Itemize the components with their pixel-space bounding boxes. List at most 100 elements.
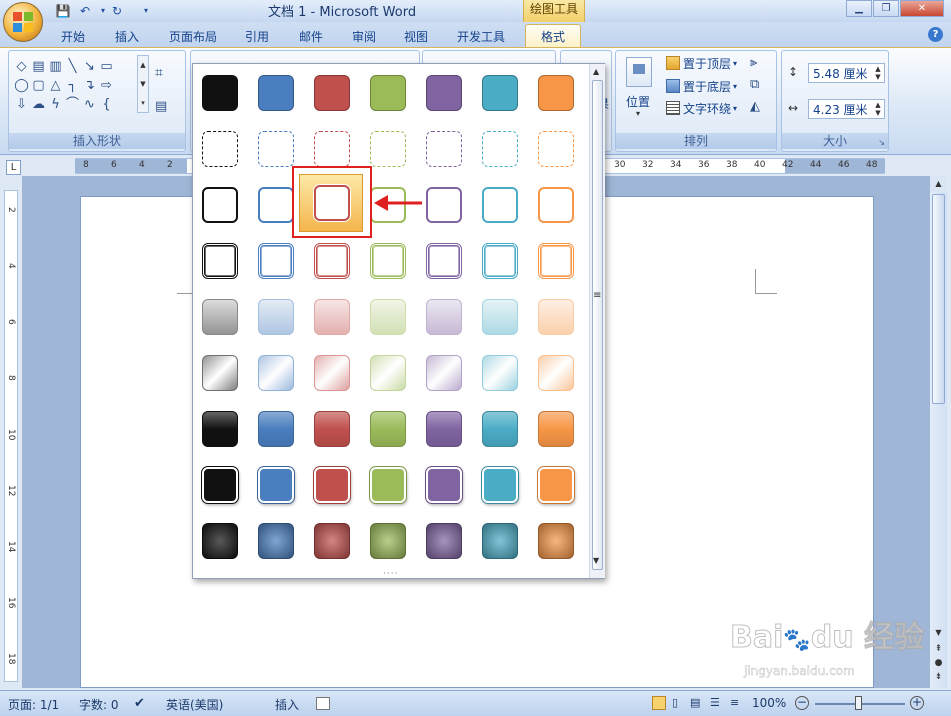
shape-style-swatch-black-row9[interactable] xyxy=(202,523,238,559)
group-objects-icon[interactable]: ⧉ xyxy=(750,77,759,92)
tab-format[interactable]: 格式 xyxy=(525,24,581,48)
bring-to-front-button[interactable]: 置于顶层 ▾ xyxy=(666,53,737,73)
proofing-icon[interactable]: ✔ xyxy=(134,696,145,711)
curve-shape-icon[interactable]: ∿ xyxy=(81,96,98,113)
shape-style-swatch-aqua-row6[interactable] xyxy=(482,355,518,391)
draw-textbox-icon[interactable]: ▤ xyxy=(155,99,167,114)
shape-style-swatch-green-row5[interactable] xyxy=(370,299,406,335)
shape-style-swatch-green-row1[interactable] xyxy=(370,75,406,111)
vertical-textbox-icon[interactable]: ▥ xyxy=(47,58,64,75)
scroll-down-icon[interactable]: ▼ xyxy=(930,628,947,642)
tab-selector-icon[interactable]: L xyxy=(6,160,21,175)
tab-developer[interactable]: 开发工具 xyxy=(448,26,514,46)
shape-style-swatch-orange-row5[interactable] xyxy=(538,299,574,335)
gallery-scroll-down-icon[interactable]: ▼ xyxy=(593,556,599,565)
elbow-arrow-icon[interactable]: ↴ xyxy=(81,77,98,94)
shape-style-swatch-aqua-row1[interactable] xyxy=(482,75,518,111)
shape-style-swatch-blue-row2[interactable] xyxy=(258,131,294,167)
elbow-connector-icon[interactable]: ┐ xyxy=(64,77,81,94)
tab-review[interactable]: 审阅 xyxy=(341,26,387,46)
customize-qat-icon[interactable]: ▾ xyxy=(137,2,155,19)
shape-style-swatch-blue-row9[interactable] xyxy=(258,523,294,559)
tab-insert[interactable]: 插入 xyxy=(104,26,150,46)
macro-record-icon[interactable] xyxy=(316,697,330,710)
shape-style-swatch-green-row4[interactable] xyxy=(370,243,406,279)
draft-view-icon[interactable]: ≡ xyxy=(730,696,739,709)
shape-style-swatch-black-row8[interactable] xyxy=(202,467,238,503)
size-dialog-launcher-icon[interactable]: ↘ xyxy=(878,138,885,147)
shape-style-swatch-green-row6[interactable] xyxy=(370,355,406,391)
shape-style-swatch-purple-row5[interactable] xyxy=(426,299,462,335)
shape-style-swatch-green-row8[interactable] xyxy=(370,467,406,503)
shape-style-swatch-red-row2[interactable] xyxy=(314,131,350,167)
shape-style-swatch-blue-row3[interactable] xyxy=(258,187,294,223)
shape-style-swatch-green-row2[interactable] xyxy=(370,131,406,167)
shape-style-swatch-aqua-row4[interactable] xyxy=(482,243,518,279)
shape-style-swatch-aqua-row3[interactable] xyxy=(482,187,518,223)
redo-icon[interactable]: ↻ xyxy=(108,2,126,19)
shape-style-swatch-aqua-row8[interactable] xyxy=(482,467,518,503)
rotate-icon[interactable]: ◭ xyxy=(750,99,760,114)
next-page-icon[interactable]: ⇟ xyxy=(930,672,947,686)
shape-style-swatch-orange-row3[interactable] xyxy=(538,187,574,223)
full-screen-reading-icon[interactable]: ▯ xyxy=(672,696,678,709)
gallery-scroll-up-icon[interactable]: ▲ xyxy=(593,67,599,76)
zoom-in-icon[interactable]: + xyxy=(910,696,924,710)
tab-mailings[interactable]: 邮件 xyxy=(288,26,334,46)
shape-style-swatch-purple-row2[interactable] xyxy=(426,131,462,167)
shape-style-swatch-black-row3[interactable] xyxy=(202,187,238,223)
shape-style-swatch-orange-row4[interactable] xyxy=(538,243,574,279)
shape-height-input[interactable]: 5.48 厘米 ▲ ▼ xyxy=(808,63,885,83)
shape-style-swatch-red-row4[interactable] xyxy=(314,243,350,279)
print-layout-icon[interactable] xyxy=(652,696,666,710)
shape-style-swatch-aqua-row5[interactable] xyxy=(482,299,518,335)
edit-shape-icon[interactable]: ⌗ xyxy=(155,65,163,81)
shape-style-swatch-green-row7[interactable] xyxy=(370,411,406,447)
position-dropdown-icon[interactable]: ▾ xyxy=(636,109,640,118)
gallery-scroll-thumb[interactable] xyxy=(592,80,603,570)
shape-style-swatch-blue-row4[interactable] xyxy=(258,243,294,279)
textbox-shape-icon[interactable]: ▤ xyxy=(30,58,47,75)
send-to-back-button[interactable]: 置于底层 ▾ xyxy=(666,76,737,96)
zoom-level[interactable]: 100% xyxy=(752,696,786,710)
diamond-shape-icon[interactable]: ◇ xyxy=(13,58,30,75)
shape-style-swatch-orange-row6[interactable] xyxy=(538,355,574,391)
shape-style-swatch-blue-row7[interactable] xyxy=(258,411,294,447)
undo-icon[interactable]: ↶ xyxy=(76,2,94,19)
shape-style-swatch-black-row4[interactable] xyxy=(202,243,238,279)
web-layout-icon[interactable]: ▤ xyxy=(690,696,700,709)
shape-width-input[interactable]: 4.23 厘米 ▲ ▼ xyxy=(808,99,885,119)
arc-shape-icon[interactable]: ⌒ xyxy=(64,96,81,113)
oval-shape-icon[interactable]: ◯ xyxy=(13,77,30,94)
help-icon[interactable]: ? xyxy=(928,27,943,42)
height-spinner[interactable]: ▲ ▼ xyxy=(872,65,884,81)
shape-style-swatch-black-row1[interactable] xyxy=(202,75,238,111)
rectangle-shape-icon[interactable]: ▭ xyxy=(98,58,115,75)
tab-view[interactable]: 视图 xyxy=(393,26,439,46)
line-shape-icon[interactable]: ╲ xyxy=(64,58,81,75)
text-wrapping-button[interactable]: 文字环绕 ▾ xyxy=(666,98,737,118)
shape-style-swatch-orange-row7[interactable] xyxy=(538,411,574,447)
shape-style-swatch-black-row6[interactable] xyxy=(202,355,238,391)
tab-page-layout[interactable]: 页面布局 xyxy=(160,26,226,46)
vertical-scrollbar[interactable]: ▲ ▼ ⇞ ● ⇟ xyxy=(930,176,947,688)
shape-style-swatch-black-row7[interactable] xyxy=(202,411,238,447)
minimize-button[interactable]: ▁ xyxy=(846,0,872,17)
shape-style-swatch-purple-row9[interactable] xyxy=(426,523,462,559)
language-indicator[interactable]: 英语(美国) xyxy=(166,696,223,713)
gallery-resize-handle[interactable]: ···· xyxy=(383,569,398,579)
triangle-shape-icon[interactable]: △ xyxy=(47,77,64,94)
shape-style-swatch-purple-row6[interactable] xyxy=(426,355,462,391)
shape-style-swatch-blue-row1[interactable] xyxy=(258,75,294,111)
office-button[interactable] xyxy=(3,2,43,42)
tab-home[interactable]: 开始 xyxy=(50,26,96,46)
shape-style-swatch-green-row9[interactable] xyxy=(370,523,406,559)
position-button-label[interactable]: 位置 xyxy=(626,93,650,110)
position-icon[interactable] xyxy=(626,57,652,87)
shape-style-swatch-purple-row3[interactable] xyxy=(426,187,462,223)
shape-style-swatch-aqua-row9[interactable] xyxy=(482,523,518,559)
outline-view-icon[interactable]: ☰ xyxy=(710,696,720,709)
shapes-scroll[interactable]: ▲ ▼ ▾ xyxy=(137,55,149,113)
shape-style-swatch-aqua-row2[interactable] xyxy=(482,131,518,167)
shape-style-swatch-purple-row4[interactable] xyxy=(426,243,462,279)
